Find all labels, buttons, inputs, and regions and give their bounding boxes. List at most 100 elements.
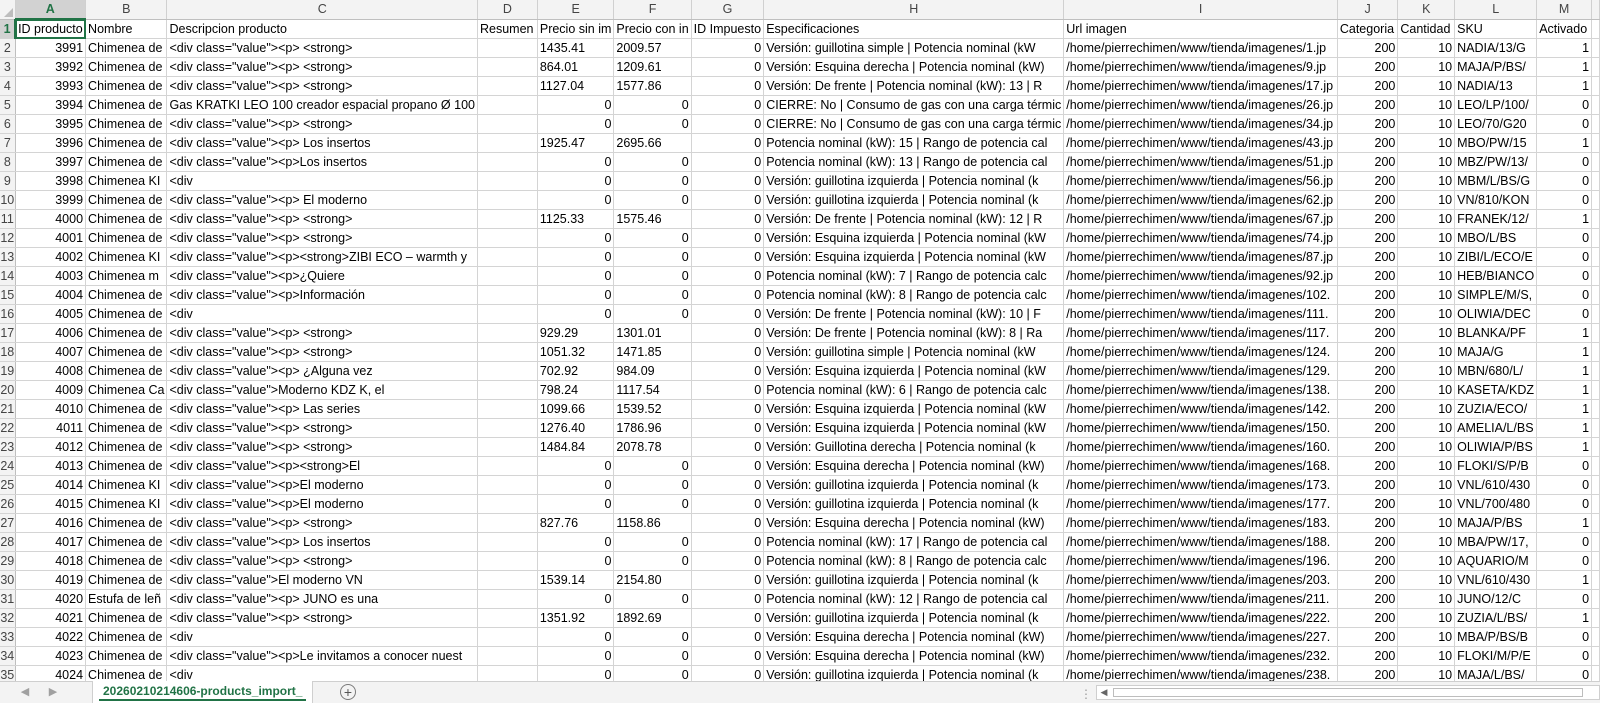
table-cell-d[interactable]: [477, 380, 538, 400]
empty-cell[interactable]: [1591, 285, 1600, 305]
table-cell-g[interactable]: 0: [691, 304, 765, 324]
table-cell-j[interactable]: 200: [1337, 57, 1399, 77]
table-cell-f[interactable]: 1117.54: [613, 380, 692, 400]
table-cell-g[interactable]: 0: [691, 247, 765, 267]
table-cell-e[interactable]: 0: [537, 152, 615, 172]
table-cell-g[interactable]: 0: [691, 475, 765, 495]
table-cell-i[interactable]: /home/pierrechimen/www/tienda/imagenes/2…: [1063, 608, 1338, 628]
table-cell-a[interactable]: 4021: [15, 608, 87, 628]
table-cell-h[interactable]: Versión: guillotina izquierda | Potencia…: [763, 570, 1065, 590]
table-cell-f[interactable]: 0: [613, 266, 692, 286]
table-cell-g[interactable]: 0: [691, 342, 765, 362]
table-cell-f[interactable]: 2078.78: [613, 437, 692, 457]
column-header-j[interactable]: J: [1337, 0, 1399, 20]
table-cell-e[interactable]: 0: [537, 494, 615, 514]
table-cell-m[interactable]: 0: [1536, 665, 1593, 681]
table-cell-c[interactable]: <div: [166, 665, 478, 681]
table-cell-h[interactable]: Versión: Esquina izquierda | Potencia no…: [763, 418, 1065, 438]
table-cell-i[interactable]: /home/pierrechimen/www/tienda/imagenes/1…: [1063, 494, 1338, 514]
table-cell-g[interactable]: 0: [691, 380, 765, 400]
table-cell-b[interactable]: Chimenea de: [85, 228, 168, 248]
table-cell-l[interactable]: MBO/L/BS: [1454, 228, 1538, 248]
row-header[interactable]: 17: [0, 323, 16, 343]
table-cell-f[interactable]: 0: [613, 627, 692, 647]
table-cell-i[interactable]: /home/pierrechimen/www/tienda/imagenes/1…: [1063, 551, 1338, 571]
triangle-right-icon[interactable]: ▶: [46, 685, 60, 699]
table-cell-e[interactable]: 1125.33: [537, 209, 615, 229]
table-cell-h[interactable]: Versión: guillotina izquierda | Potencia…: [763, 608, 1065, 628]
table-cell-h[interactable]: Versión: Esquina izquierda | Potencia no…: [763, 399, 1065, 419]
table-cell-d[interactable]: [477, 323, 538, 343]
table-cell-g[interactable]: 0: [691, 513, 765, 533]
table-cell-m[interactable]: 0: [1536, 494, 1593, 514]
empty-cell[interactable]: [1591, 57, 1600, 77]
table-cell-e[interactable]: 0: [537, 247, 615, 267]
table-cell-a[interactable]: 4011: [15, 418, 87, 438]
table-cell-a[interactable]: 4018: [15, 551, 87, 571]
table-cell-e[interactable]: 798.24: [537, 380, 615, 400]
table-cell-g[interactable]: 0: [691, 266, 765, 286]
table-cell-c[interactable]: <div class="value"><p> <strong>: [166, 323, 478, 343]
row-header[interactable]: 33: [0, 627, 16, 647]
table-cell-b[interactable]: Chimenea de: [85, 152, 168, 172]
table-cell-h[interactable]: Versión: Esquina derecha | Potencia nomi…: [763, 627, 1065, 647]
table-cell-e[interactable]: 0: [537, 95, 615, 115]
table-cell-k[interactable]: 10: [1397, 608, 1456, 628]
table-cell-j[interactable]: 200: [1337, 228, 1399, 248]
table-cell-f[interactable]: 0: [613, 475, 692, 495]
column-header-i[interactable]: I: [1063, 0, 1338, 20]
table-cell-b[interactable]: Chimenea de: [85, 209, 168, 229]
field-label-cell[interactable]: Especificaciones: [763, 19, 1065, 39]
table-cell-l[interactable]: VNL/610/430: [1454, 475, 1538, 495]
table-cell-a[interactable]: 4012: [15, 437, 87, 457]
table-cell-m[interactable]: 0: [1536, 247, 1593, 267]
table-cell-g[interactable]: 0: [691, 399, 765, 419]
table-cell-c[interactable]: <div class="value"><p>¿Quiere: [166, 266, 478, 286]
table-cell-g[interactable]: 0: [691, 665, 765, 681]
table-cell-f[interactable]: 1575.46: [613, 209, 692, 229]
table-cell-k[interactable]: 10: [1397, 57, 1456, 77]
table-cell-i[interactable]: /home/pierrechimen/www/tienda/imagenes/2…: [1063, 646, 1338, 666]
table-cell-b[interactable]: Chimenea de: [85, 133, 168, 153]
table-cell-i[interactable]: /home/pierrechimen/www/tienda/imagenes/9…: [1063, 57, 1338, 77]
table-cell-j[interactable]: 200: [1337, 665, 1399, 681]
row-header[interactable]: 10: [0, 190, 16, 210]
table-cell-c[interactable]: <div: [166, 171, 478, 191]
table-cell-m[interactable]: 0: [1536, 627, 1593, 647]
row-header[interactable]: 26: [0, 494, 16, 514]
table-cell-g[interactable]: 0: [691, 323, 765, 343]
table-cell-d[interactable]: [477, 589, 538, 609]
table-cell-e[interactable]: 0: [537, 551, 615, 571]
table-cell-e[interactable]: 0: [537, 627, 615, 647]
table-cell-d[interactable]: [477, 76, 538, 96]
table-cell-d[interactable]: [477, 285, 538, 305]
table-cell-g[interactable]: 0: [691, 551, 765, 571]
table-cell-b[interactable]: Chimenea de: [85, 361, 168, 381]
table-cell-c[interactable]: <div class="value"><p> JUNO es una: [166, 589, 478, 609]
table-cell-c[interactable]: <div class="value"><p> <strong>: [166, 76, 478, 96]
table-cell-c[interactable]: <div class="value"><p>Los insertos: [166, 152, 478, 172]
table-cell-e[interactable]: 0: [537, 304, 615, 324]
column-header-a[interactable]: A: [15, 0, 87, 20]
table-cell-b[interactable]: Chimenea de: [85, 551, 168, 571]
table-cell-c[interactable]: <div class="value"><p> <strong>: [166, 551, 478, 571]
table-cell-a[interactable]: 4014: [15, 475, 87, 495]
empty-cell[interactable]: [1591, 133, 1600, 153]
table-cell-f[interactable]: 0: [613, 646, 692, 666]
table-cell-a[interactable]: 4024: [15, 665, 87, 681]
table-cell-l[interactable]: SIMPLE/M/S,: [1454, 285, 1538, 305]
table-cell-j[interactable]: 200: [1337, 133, 1399, 153]
empty-cell[interactable]: [1591, 266, 1600, 286]
table-cell-j[interactable]: 200: [1337, 627, 1399, 647]
sheet-tab[interactable]: 20260210214606-products_import_: [92, 681, 314, 703]
row-header[interactable]: 29: [0, 551, 16, 571]
table-cell-i[interactable]: /home/pierrechimen/www/tienda/imagenes/1…: [1063, 285, 1338, 305]
table-cell-h[interactable]: Potencia nominal (kW): 17 | Rango de pot…: [763, 532, 1065, 552]
table-cell-l[interactable]: ZUZIA/L/BS/: [1454, 608, 1538, 628]
empty-cell[interactable]: [1591, 342, 1600, 362]
column-header-k[interactable]: K: [1397, 0, 1456, 20]
table-cell-l[interactable]: AMELIA/L/BS: [1454, 418, 1538, 438]
table-cell-a[interactable]: 4019: [15, 570, 87, 590]
table-cell-b[interactable]: Chimenea de: [85, 627, 168, 647]
table-cell-a[interactable]: 4000: [15, 209, 87, 229]
